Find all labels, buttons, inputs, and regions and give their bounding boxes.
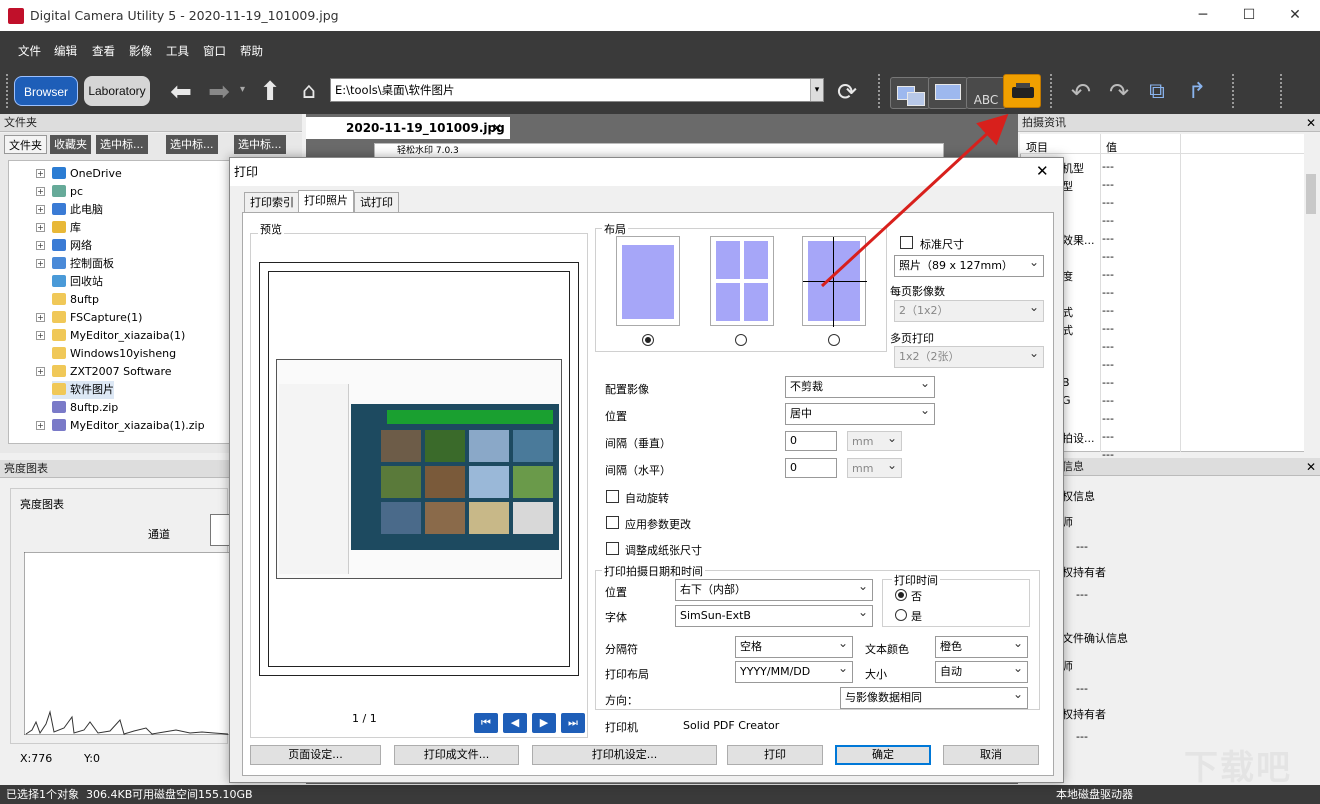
- annotation-arrow: [820, 113, 1009, 288]
